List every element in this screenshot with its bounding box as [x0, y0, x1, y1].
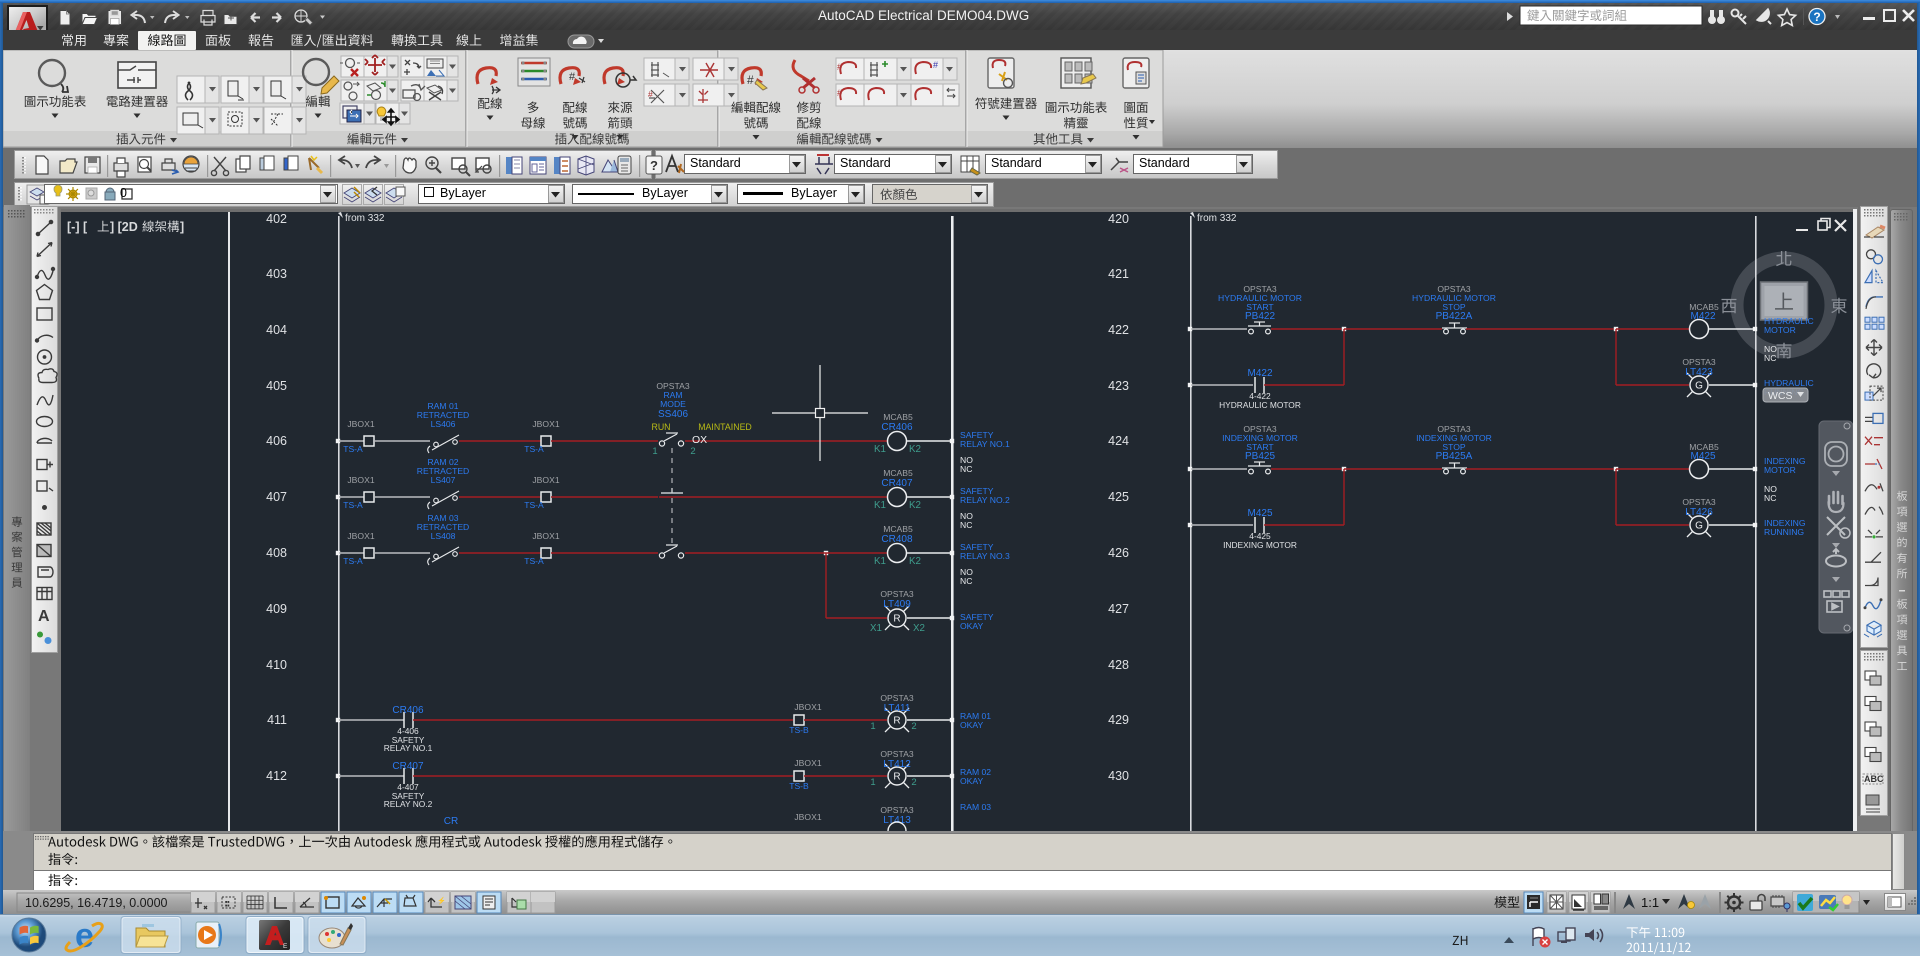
- svg-text:1:1: 1:1: [1641, 895, 1659, 910]
- svg-text:10.6295, 16.4719, 0.0000: 10.6295, 16.4719, 0.0000: [25, 896, 168, 910]
- svg-text:E: E: [283, 943, 288, 950]
- svg-text:⚡: ⚡: [437, 896, 446, 905]
- svg-text:::: ::: [225, 899, 229, 908]
